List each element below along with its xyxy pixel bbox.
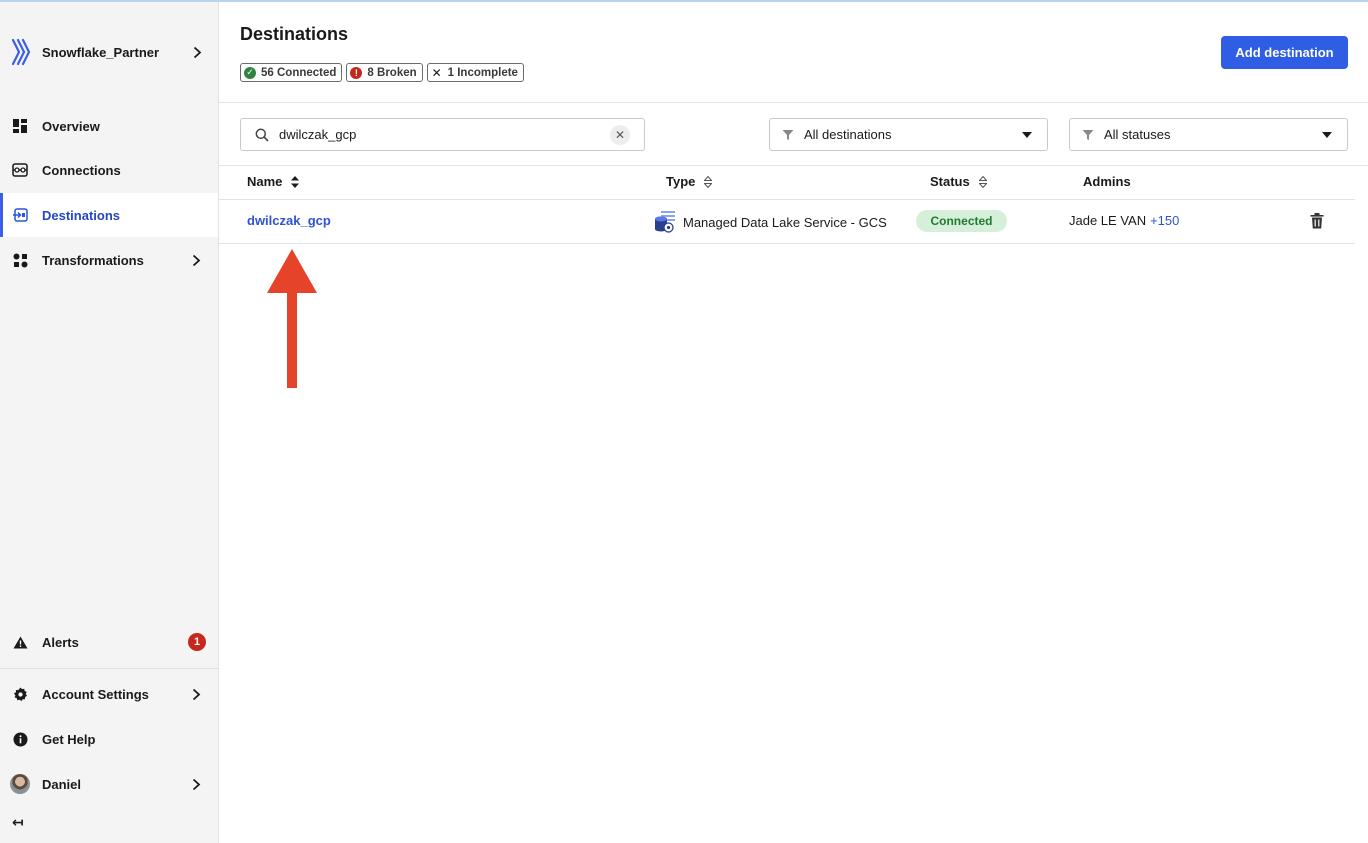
nav-label-destinations: Destinations bbox=[42, 207, 121, 223]
error-circle-icon: ! bbox=[350, 66, 363, 79]
connected-count-badge[interactable]: ✓ 56 Connected bbox=[240, 63, 343, 82]
sidebar-divider bbox=[0, 668, 218, 669]
header-divider bbox=[219, 102, 1368, 103]
admins-more-link[interactable]: +150 bbox=[1150, 213, 1179, 228]
nav-item-connections[interactable]: Connections bbox=[0, 148, 218, 192]
incomplete-count-label: 1 Incomplete bbox=[447, 66, 518, 79]
org-switcher[interactable]: Snowflake_Partner bbox=[0, 32, 219, 72]
clear-search-icon[interactable]: ✕ bbox=[610, 124, 630, 145]
caret-down-icon bbox=[1022, 131, 1032, 138]
collapse-sidebar-icon[interactable]: ↤ bbox=[12, 814, 24, 831]
column-header-type[interactable]: Type bbox=[666, 174, 713, 189]
annotation-arrow-icon bbox=[267, 249, 317, 388]
search-input[interactable]: dwilczak_gcp bbox=[279, 127, 610, 142]
status-badge: Connected bbox=[916, 210, 1007, 232]
broken-count-badge[interactable]: ! 8 Broken bbox=[346, 63, 423, 82]
chevron-right-icon bbox=[189, 44, 205, 60]
broken-count-label: 8 Broken bbox=[367, 66, 417, 79]
column-header-status[interactable]: Status bbox=[930, 174, 987, 189]
admin-name: Jade LE VAN bbox=[1069, 213, 1147, 228]
nav-label-transformations: Transformations bbox=[42, 252, 144, 268]
brand-logo-icon bbox=[11, 38, 31, 66]
gear-icon bbox=[12, 686, 28, 702]
column-header-type-label: Type bbox=[666, 174, 696, 189]
page-title: Destinations bbox=[240, 24, 349, 44]
destination-type-select[interactable]: All destinations bbox=[769, 118, 1048, 151]
sort-icon bbox=[704, 175, 713, 188]
nav-label-alerts: Alerts bbox=[42, 634, 79, 650]
nav-label-get-help: Get Help bbox=[42, 731, 96, 747]
nav-label-connections: Connections bbox=[42, 162, 121, 178]
nav-label-account-settings: Account Settings bbox=[42, 686, 149, 702]
nav-item-destinations[interactable]: Destinations bbox=[0, 193, 218, 237]
status-select-label: All statuses bbox=[1104, 127, 1171, 142]
nav-item-account-settings[interactable]: Account Settings bbox=[0, 672, 218, 716]
trash-icon[interactable] bbox=[1310, 213, 1324, 229]
warning-icon bbox=[12, 634, 28, 650]
x-icon: ✕ bbox=[431, 65, 442, 80]
destination-type-cell: Managed Data Lake Service - GCS bbox=[653, 210, 887, 234]
info-icon bbox=[12, 731, 28, 747]
connections-icon bbox=[12, 162, 28, 178]
user-name: Daniel bbox=[42, 776, 82, 792]
nav-item-transformations[interactable]: Transformations bbox=[0, 238, 218, 282]
nav-label-overview: Overview bbox=[42, 118, 100, 134]
check-circle-icon: ✓ bbox=[244, 66, 256, 79]
nav-item-alerts[interactable]: Alerts 1 bbox=[0, 620, 218, 664]
alerts-count-badge: 1 bbox=[188, 633, 206, 651]
nav-item-overview[interactable]: Overview bbox=[0, 104, 218, 148]
table-row-divider bbox=[219, 243, 1355, 244]
destination-name-link[interactable]: dwilczak_gcp bbox=[247, 213, 331, 228]
destination-type-select-label: All destinations bbox=[804, 127, 892, 142]
filter-icon bbox=[1082, 129, 1094, 140]
nav-item-get-help[interactable]: Get Help bbox=[0, 717, 218, 761]
admins-cell: Jade LE VAN +150 bbox=[1069, 213, 1179, 228]
incomplete-count-badge[interactable]: ✕ 1 Incomplete bbox=[426, 63, 524, 82]
destination-type-label: Managed Data Lake Service - GCS bbox=[683, 214, 887, 230]
caret-down-icon bbox=[1322, 131, 1332, 138]
org-name: Snowflake_Partner bbox=[42, 44, 160, 60]
table-header-divider bbox=[219, 199, 1355, 200]
nav-item-user[interactable]: Daniel bbox=[0, 762, 218, 806]
column-header-name-label: Name bbox=[247, 174, 283, 189]
column-header-admins: Admins bbox=[1083, 174, 1131, 189]
database-gcs-icon bbox=[655, 211, 675, 233]
column-header-name[interactable]: Name bbox=[247, 174, 300, 189]
column-header-admins-label: Admins bbox=[1083, 174, 1131, 189]
status-select[interactable]: All statuses bbox=[1069, 118, 1348, 151]
chevron-right-icon bbox=[188, 686, 204, 702]
search-icon bbox=[255, 128, 269, 142]
status-summary: ✓ 56 Connected ! 8 Broken ✕ 1 Incomplete bbox=[240, 63, 524, 82]
avatar bbox=[10, 774, 30, 794]
destination-icon bbox=[12, 207, 28, 223]
chevron-right-icon bbox=[188, 252, 204, 268]
sidebar: Snowflake_Partner Overview Connections D… bbox=[0, 2, 219, 843]
transformations-icon bbox=[12, 252, 28, 268]
table-top-divider bbox=[219, 165, 1368, 166]
connected-count-label: 56 Connected bbox=[261, 66, 337, 79]
sort-icon bbox=[291, 175, 300, 188]
add-destination-button[interactable]: Add destination bbox=[1221, 36, 1348, 69]
column-header-status-label: Status bbox=[930, 174, 970, 189]
dashboard-icon bbox=[12, 118, 28, 134]
main-content: Destinations ✓ 56 Connected ! 8 Broken ✕… bbox=[219, 2, 1368, 843]
chevron-right-icon bbox=[188, 776, 204, 792]
search-field[interactable]: dwilczak_gcp ✕ bbox=[240, 118, 645, 151]
filter-icon bbox=[782, 129, 794, 140]
sort-icon bbox=[978, 175, 987, 188]
